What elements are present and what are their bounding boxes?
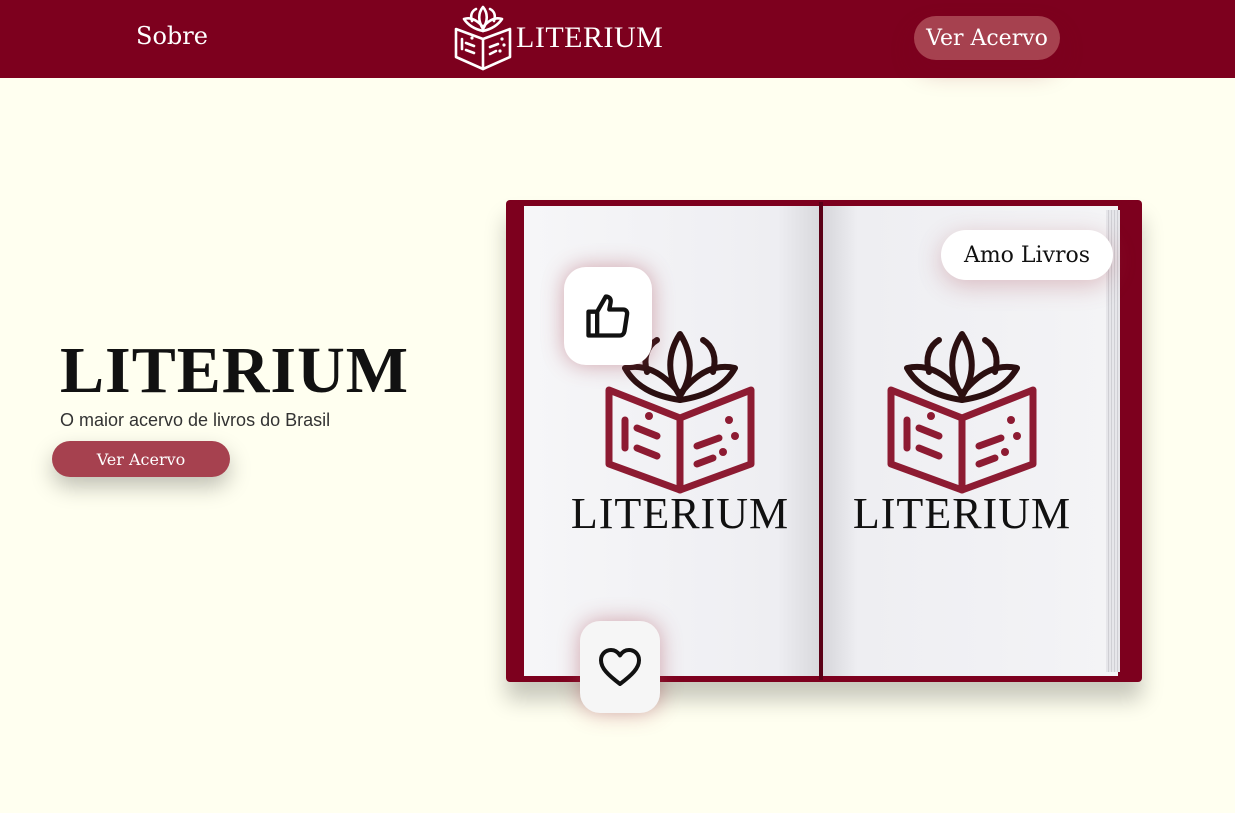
top-navbar: Sobre LITERIUM Ver Acervo <box>0 0 1235 78</box>
right-page-logo: LITERIUM <box>812 324 1112 539</box>
nav-link-about[interactable]: Sobre <box>136 22 208 50</box>
left-page-logo-text: LITERIUM <box>570 489 790 538</box>
heart-icon <box>599 648 641 686</box>
open-book-leaves-icon <box>454 5 512 71</box>
favorite-card[interactable] <box>580 621 660 713</box>
thumbs-up-icon <box>586 294 630 338</box>
hero-subtitle: O maior acervo de livros do Brasil <box>60 410 331 430</box>
brand-name: LITERIUM <box>516 21 664 54</box>
right-page-logo-text: LITERIUM <box>852 489 1072 538</box>
hero-title: LITERIUM <box>60 334 410 407</box>
open-book-leaves-icon <box>887 331 1037 494</box>
love-books-tag: Amo Livros <box>941 230 1113 280</box>
like-card[interactable] <box>564 267 652 365</box>
nav-view-collection-button[interactable]: Ver Acervo <box>914 16 1060 60</box>
hero-view-collection-button[interactable]: Ver Acervo <box>52 441 230 477</box>
brand-logo[interactable]: LITERIUM <box>452 5 663 71</box>
